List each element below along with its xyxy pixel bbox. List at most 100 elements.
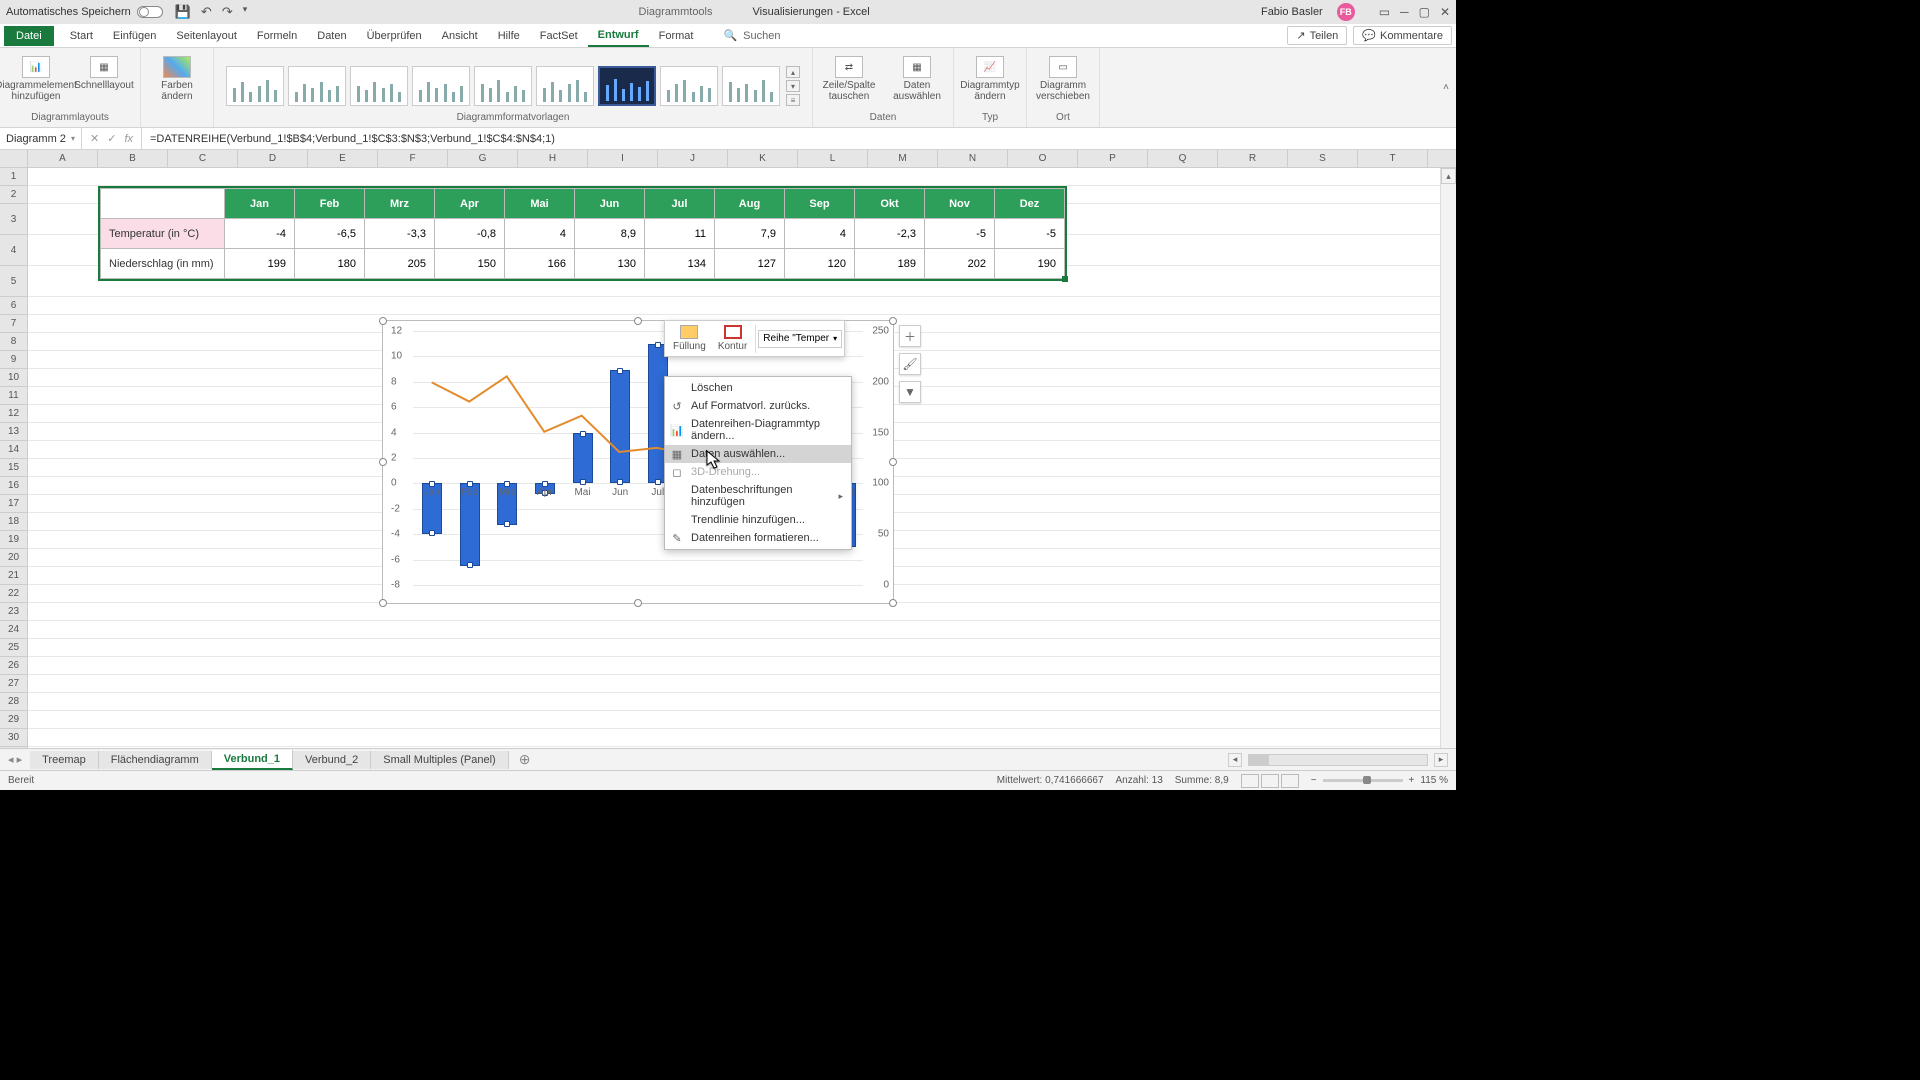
tab-insert[interactable]: Einfügen xyxy=(103,26,166,46)
row-header[interactable]: 31 xyxy=(0,747,27,748)
tab-view[interactable]: Ansicht xyxy=(432,26,488,46)
chart-elements-button[interactable]: ＋ xyxy=(899,325,921,347)
column-headers[interactable]: ABCDEFGHIJKLMNOPQRST xyxy=(28,150,1456,168)
row-header[interactable]: 17 xyxy=(0,495,27,513)
change-chart-type-button[interactable]: 📈Diagrammtyp ändern xyxy=(962,56,1018,102)
row-header[interactable]: 30 xyxy=(0,729,27,747)
gallery-down-icon[interactable]: ▾ xyxy=(786,80,800,92)
series-selector[interactable]: Reihe "Temper▾ xyxy=(758,330,842,348)
undo-icon[interactable]: ↶ xyxy=(201,4,212,20)
zoom-slider[interactable] xyxy=(1323,779,1403,782)
outline-button[interactable]: Kontur xyxy=(712,323,753,354)
comments-button[interactable]: 💬Kommentare xyxy=(1353,26,1452,45)
tab-design[interactable]: Entwurf xyxy=(588,25,649,47)
view-page-break-button[interactable] xyxy=(1281,774,1299,788)
row-header[interactable]: 14 xyxy=(0,441,27,459)
row-header[interactable]: 11 xyxy=(0,387,27,405)
fill-button[interactable]: Füllung xyxy=(667,323,712,354)
ctx-select-data[interactable]: ▦Daten auswählen... xyxy=(665,445,851,463)
save-icon[interactable]: 💾 xyxy=(175,4,191,20)
close-icon[interactable]: ✕ xyxy=(1440,5,1450,19)
formula-input[interactable]: =DATENREIHE(Verbund_1!$B$4;Verbund_1!$C$… xyxy=(142,133,1456,145)
row-header[interactable]: 7 xyxy=(0,315,27,333)
resize-handle[interactable] xyxy=(379,317,387,325)
tab-data[interactable]: Daten xyxy=(307,26,356,46)
search-box[interactable]: 🔍 Suchen xyxy=(723,29,780,42)
resize-handle[interactable] xyxy=(889,317,897,325)
enter-formula-icon[interactable]: ✓ xyxy=(107,132,116,145)
sheet-tab[interactable]: Treemap xyxy=(30,751,99,769)
zoom-in-button[interactable]: + xyxy=(1409,775,1415,786)
row-label-temp[interactable]: Temperatur (in °C) xyxy=(101,219,225,249)
name-box[interactable]: Diagramm 2▾ xyxy=(0,128,82,149)
hscroll-left[interactable]: ◂ xyxy=(1228,753,1242,767)
tab-formulas[interactable]: Formeln xyxy=(247,26,307,46)
avatar[interactable]: FB xyxy=(1337,3,1355,21)
view-page-layout-button[interactable] xyxy=(1261,774,1279,788)
minimize-icon[interactable]: ─ xyxy=(1400,5,1409,19)
sheet-nav-prev[interactable]: ◂ ▸ xyxy=(0,753,30,766)
ctx-add-trendline[interactable]: Trendlinie hinzufügen... xyxy=(665,511,851,529)
row-header[interactable]: 6 xyxy=(0,297,27,315)
resize-handle[interactable] xyxy=(889,599,897,607)
row-header[interactable]: 15 xyxy=(0,459,27,477)
add-chart-element-button[interactable]: 📊Diagrammelement hinzufügen xyxy=(8,56,64,102)
row-header[interactable]: 1 xyxy=(0,168,27,186)
row-header[interactable]: 8 xyxy=(0,333,27,351)
resize-handle[interactable] xyxy=(634,317,642,325)
sheet-tab-active[interactable]: Verbund_1 xyxy=(212,750,293,770)
chart-styles-gallery[interactable]: ▴ ▾ ≡ xyxy=(222,62,804,110)
resize-handle[interactable] xyxy=(379,458,387,466)
chart-styles-button[interactable]: 🖌 xyxy=(899,353,921,375)
tab-review[interactable]: Überprüfen xyxy=(357,26,432,46)
sheet-tab[interactable]: Flächendiagramm xyxy=(99,751,212,769)
row-header[interactable]: 27 xyxy=(0,675,27,693)
worksheet-grid[interactable]: 1 2 3 4 5 6 7 8 9 10 11 12 13 14 15 16 1… xyxy=(0,150,1456,748)
tab-format[interactable]: Format xyxy=(649,26,704,46)
sheet-tab[interactable]: Small Multiples (Panel) xyxy=(371,751,508,769)
row-header[interactable]: 18 xyxy=(0,513,27,531)
zoom-level[interactable]: 115 % xyxy=(1420,775,1448,786)
row-header[interactable]: 13 xyxy=(0,423,27,441)
tab-help[interactable]: Hilfe xyxy=(488,26,530,46)
resize-handle[interactable] xyxy=(889,458,897,466)
ctx-format-series[interactable]: ✎Datenreihen formatieren... xyxy=(665,529,851,547)
cancel-formula-icon[interactable]: ✕ xyxy=(90,132,99,145)
row-header[interactable]: 25 xyxy=(0,639,27,657)
ctx-reset-format[interactable]: ↺Auf Formatvorl. zurücks. xyxy=(665,397,851,415)
tab-layout[interactable]: Seitenlayout xyxy=(166,26,247,46)
move-chart-button[interactable]: ▭Diagramm verschieben xyxy=(1035,56,1091,102)
row-header[interactable]: 24 xyxy=(0,621,27,639)
chart-filters-button[interactable]: ▼ xyxy=(899,381,921,403)
ctx-change-series-type[interactable]: 📊Datenreihen-Diagrammtyp ändern... xyxy=(665,415,851,445)
select-data-button[interactable]: ▦Daten auswählen xyxy=(889,56,945,102)
row-label-precip[interactable]: Niederschlag (in mm) xyxy=(101,249,225,279)
row-header[interactable]: 10 xyxy=(0,369,27,387)
share-button[interactable]: ↗Teilen xyxy=(1287,26,1347,45)
row-header[interactable]: 22 xyxy=(0,585,27,603)
autosave-toggle[interactable] xyxy=(137,6,163,18)
sheet-tab[interactable]: Verbund_2 xyxy=(293,751,371,769)
zoom-out-button[interactable]: − xyxy=(1311,775,1317,786)
gallery-up-icon[interactable]: ▴ xyxy=(786,66,800,78)
change-colors-button[interactable]: Farben ändern xyxy=(149,56,205,102)
hscroll-right[interactable]: ▸ xyxy=(1434,753,1448,767)
fx-icon[interactable]: fx xyxy=(124,133,133,145)
add-sheet-button[interactable]: ⊕ xyxy=(509,751,541,768)
row-header[interactable]: 16 xyxy=(0,477,27,495)
row-header[interactable]: 28 xyxy=(0,693,27,711)
row-header[interactable]: 21 xyxy=(0,567,27,585)
row-header[interactable]: 3 xyxy=(0,204,27,235)
row-header[interactable]: 5 xyxy=(0,266,27,297)
redo-icon[interactable]: ↷ xyxy=(222,4,233,20)
gallery-more-icon[interactable]: ≡ xyxy=(786,94,800,106)
row-header[interactable]: 4 xyxy=(0,235,27,266)
hscroll-track[interactable] xyxy=(1248,754,1428,766)
row-header[interactable]: 23 xyxy=(0,603,27,621)
ribbon-options-icon[interactable]: ▭ xyxy=(1379,5,1390,19)
ctx-delete[interactable]: Löschen xyxy=(665,379,851,397)
resize-handle[interactable] xyxy=(379,599,387,607)
row-header[interactable]: 9 xyxy=(0,351,27,369)
row-header[interactable]: 12 xyxy=(0,405,27,423)
switch-row-col-button[interactable]: ⇄Zeile/Spalte tauschen xyxy=(821,56,877,102)
